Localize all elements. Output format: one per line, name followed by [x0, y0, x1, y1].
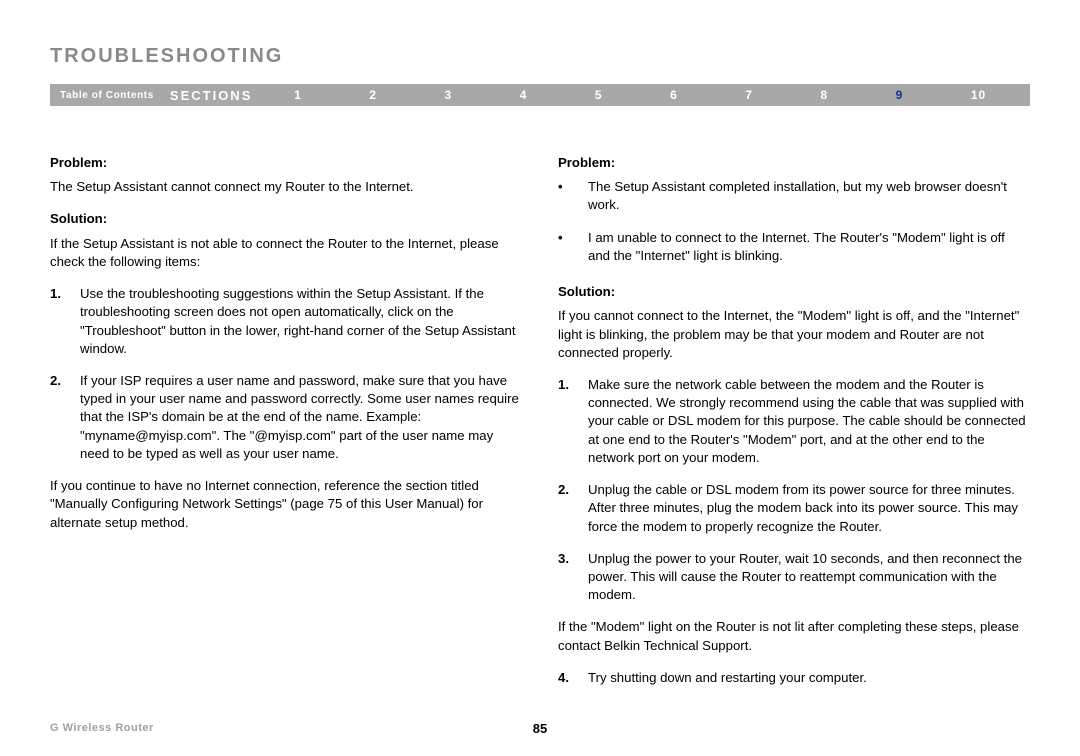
section-link-10[interactable]: 10	[971, 88, 986, 102]
section-link-9[interactable]: 9	[896, 88, 904, 102]
page: TROUBLESHOOTING Table of Contents SECTIO…	[0, 0, 1080, 756]
list-item: • The Setup Assistant completed installa…	[558, 178, 1030, 214]
step-text: If your ISP requires a user name and pas…	[80, 372, 522, 463]
list-item: 2. If your ISP requires a user name and …	[50, 372, 522, 463]
sections-label: SECTIONS	[170, 88, 260, 103]
step-number: 2.	[558, 481, 588, 536]
step-text: Unplug the power to your Router, wait 10…	[588, 550, 1030, 605]
content-columns: Problem: The Setup Assistant cannot conn…	[50, 154, 1030, 701]
list-item: 2. Unplug the cable or DSL modem from it…	[558, 481, 1030, 536]
solution-steps: 1. Make sure the network cable between t…	[558, 376, 1030, 604]
step-text: Try shutting down and restarting your co…	[588, 669, 1030, 687]
step-text: Use the troubleshooting suggestions with…	[80, 285, 522, 358]
step-number: 2.	[50, 372, 80, 463]
list-item: 1. Make sure the network cable between t…	[558, 376, 1030, 467]
section-link-7[interactable]: 7	[745, 88, 753, 102]
section-link-5[interactable]: 5	[595, 88, 603, 102]
section-link-1[interactable]: 1	[294, 88, 302, 102]
section-link-2[interactable]: 2	[369, 88, 377, 102]
step-number: 4.	[558, 669, 588, 687]
bullet-icon: •	[558, 229, 588, 265]
problem-bullets: • The Setup Assistant completed installa…	[558, 178, 1030, 265]
solution-intro: If you cannot connect to the Internet, t…	[558, 307, 1030, 362]
solution-heading: Solution:	[558, 283, 1030, 301]
problem-heading: Problem:	[558, 154, 1030, 172]
left-column: Problem: The Setup Assistant cannot conn…	[50, 154, 522, 701]
page-footer: G Wireless Router 85	[50, 722, 1030, 734]
section-numbers: 1 2 3 4 5 6 7 8 9 10	[260, 88, 1030, 102]
bullet-text: I am unable to connect to the Internet. …	[588, 229, 1030, 265]
solution-interject: If the "Modem" light on the Router is no…	[558, 618, 1030, 654]
step-text: Make sure the network cable between the …	[588, 376, 1030, 467]
right-column: Problem: • The Setup Assistant completed…	[558, 154, 1030, 701]
section-link-3[interactable]: 3	[445, 88, 453, 102]
list-item: 1. Use the troubleshooting suggestions w…	[50, 285, 522, 358]
section-link-4[interactable]: 4	[520, 88, 528, 102]
list-item: 4. Try shutting down and restarting your…	[558, 669, 1030, 687]
step-number: 1.	[558, 376, 588, 467]
solution-intro: If the Setup Assistant is not able to co…	[50, 235, 522, 271]
problem-text: The Setup Assistant cannot connect my Ro…	[50, 178, 522, 196]
problem-heading: Problem:	[50, 154, 522, 172]
solution-after: If you continue to have no Internet conn…	[50, 477, 522, 532]
list-item: • I am unable to connect to the Internet…	[558, 229, 1030, 265]
step-number: 3.	[558, 550, 588, 605]
page-title: TROUBLESHOOTING	[50, 45, 1030, 68]
step-number: 1.	[50, 285, 80, 358]
toc-link[interactable]: Table of Contents	[50, 90, 170, 101]
product-name: G Wireless Router	[50, 722, 154, 734]
section-link-6[interactable]: 6	[670, 88, 678, 102]
bullet-icon: •	[558, 178, 588, 214]
solution-heading: Solution:	[50, 210, 522, 228]
solution-steps: 1. Use the troubleshooting suggestions w…	[50, 285, 522, 463]
list-item: 3. Unplug the power to your Router, wait…	[558, 550, 1030, 605]
bullet-text: The Setup Assistant completed installati…	[588, 178, 1030, 214]
page-number: 85	[533, 721, 547, 736]
solution-steps-cont: 4. Try shutting down and restarting your…	[558, 669, 1030, 687]
section-navbar: Table of Contents SECTIONS 1 2 3 4 5 6 7…	[50, 84, 1030, 106]
step-text: Unplug the cable or DSL modem from its p…	[588, 481, 1030, 536]
section-link-8[interactable]: 8	[820, 88, 828, 102]
